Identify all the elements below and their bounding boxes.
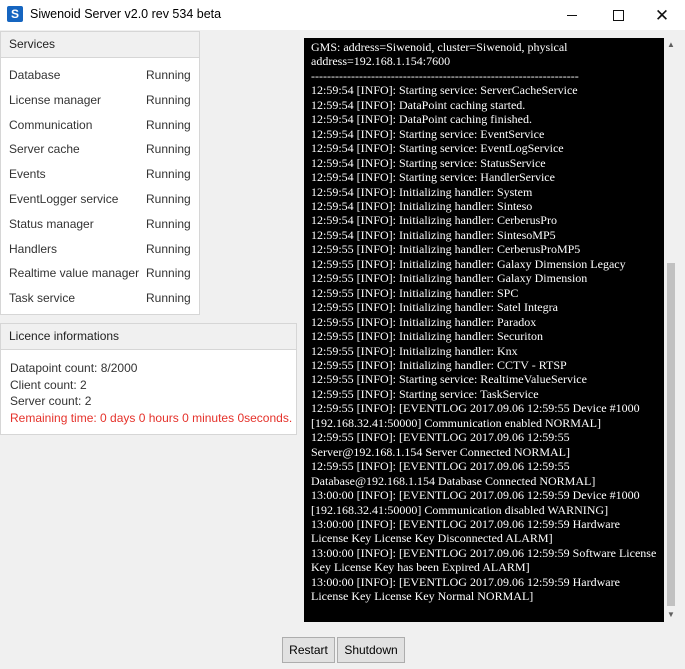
service-name: Handlers <box>9 241 58 256</box>
log-console[interactable]: GMS: address=Siwenoid, cluster=Siwenoid,… <box>304 38 678 622</box>
service-name: Task service <box>9 291 76 306</box>
log-scrollbar[interactable]: ▲ ▼ <box>664 38 678 622</box>
service-row-status-manager: Status manager Running <box>1 212 199 237</box>
minimize-icon <box>567 14 577 16</box>
service-status: Running <box>146 92 191 107</box>
licence-body: Datapoint count: 8/2000 Client count: 2 … <box>1 350 296 426</box>
server-count: Server count: 2 <box>10 394 92 408</box>
scroll-thumb[interactable] <box>667 263 675 606</box>
client-count: Client count: 2 <box>10 377 87 392</box>
shutdown-button[interactable]: Shutdown <box>337 637 405 663</box>
minimize-button[interactable] <box>549 0 595 30</box>
licence-panel: Licence informations Datapoint count: 8/… <box>0 323 297 435</box>
services-header: Services <box>1 32 199 58</box>
service-row-events: Events Running <box>1 162 199 187</box>
restart-button[interactable]: Restart <box>282 637 335 663</box>
service-row-eventlogger: EventLogger service Running <box>1 187 199 212</box>
service-name: License manager <box>9 92 102 107</box>
service-name: Server cache <box>9 142 80 157</box>
remaining-time: Remaining time: 0 days 0 hours 0 minutes… <box>10 410 293 425</box>
service-status: Running <box>146 142 191 157</box>
service-row-handlers: Handlers Running <box>1 237 199 262</box>
window-title: Siwenoid Server v2.0 rev 534 beta <box>30 7 222 21</box>
service-row-database: Database Running <box>1 63 199 88</box>
service-row-task-service: Task service Running <box>1 286 199 311</box>
close-icon: ✕ <box>654 5 670 25</box>
service-name: EventLogger service <box>9 191 119 206</box>
service-name: Status manager <box>9 216 94 231</box>
datapoint-count: Datapoint count: 8/2000 <box>10 361 138 375</box>
service-name: Events <box>9 167 46 182</box>
maximize-button[interactable] <box>595 0 641 30</box>
maximize-icon <box>612 9 624 21</box>
service-row-server-cache: Server cache Running <box>1 137 199 162</box>
service-row-license-manager: License manager Running <box>1 88 199 113</box>
title-bar: S Siwenoid Server v2.0 rev 534 beta ✕ <box>0 0 685 30</box>
service-row-communication: Communication Running <box>1 113 199 138</box>
service-status: Running <box>146 266 191 281</box>
licence-header: Licence informations <box>1 324 296 350</box>
close-button[interactable]: ✕ <box>639 0 685 30</box>
service-status: Running <box>146 216 191 231</box>
scroll-up-icon[interactable]: ▲ <box>664 38 678 52</box>
service-status: Running <box>146 241 191 256</box>
service-status: Running <box>146 291 191 306</box>
service-status: Running <box>146 167 191 182</box>
service-row-realtime-value-manager: Realtime value manager Running <box>1 261 199 286</box>
service-name: Communication <box>9 117 93 132</box>
services-panel: Services Database Running License manage… <box>0 31 200 315</box>
service-status: Running <box>146 117 191 132</box>
log-text: GMS: address=Siwenoid, cluster=Siwenoid,… <box>311 40 657 604</box>
services-list: Database Running License manager Running… <box>1 58 199 311</box>
service-status: Running <box>146 68 191 82</box>
scroll-down-icon[interactable]: ▼ <box>664 608 678 622</box>
app-logo-icon: S <box>7 6 23 22</box>
service-name: Realtime value manager <box>9 266 140 281</box>
service-status: Running <box>146 191 191 206</box>
service-name: Database <box>9 68 61 82</box>
